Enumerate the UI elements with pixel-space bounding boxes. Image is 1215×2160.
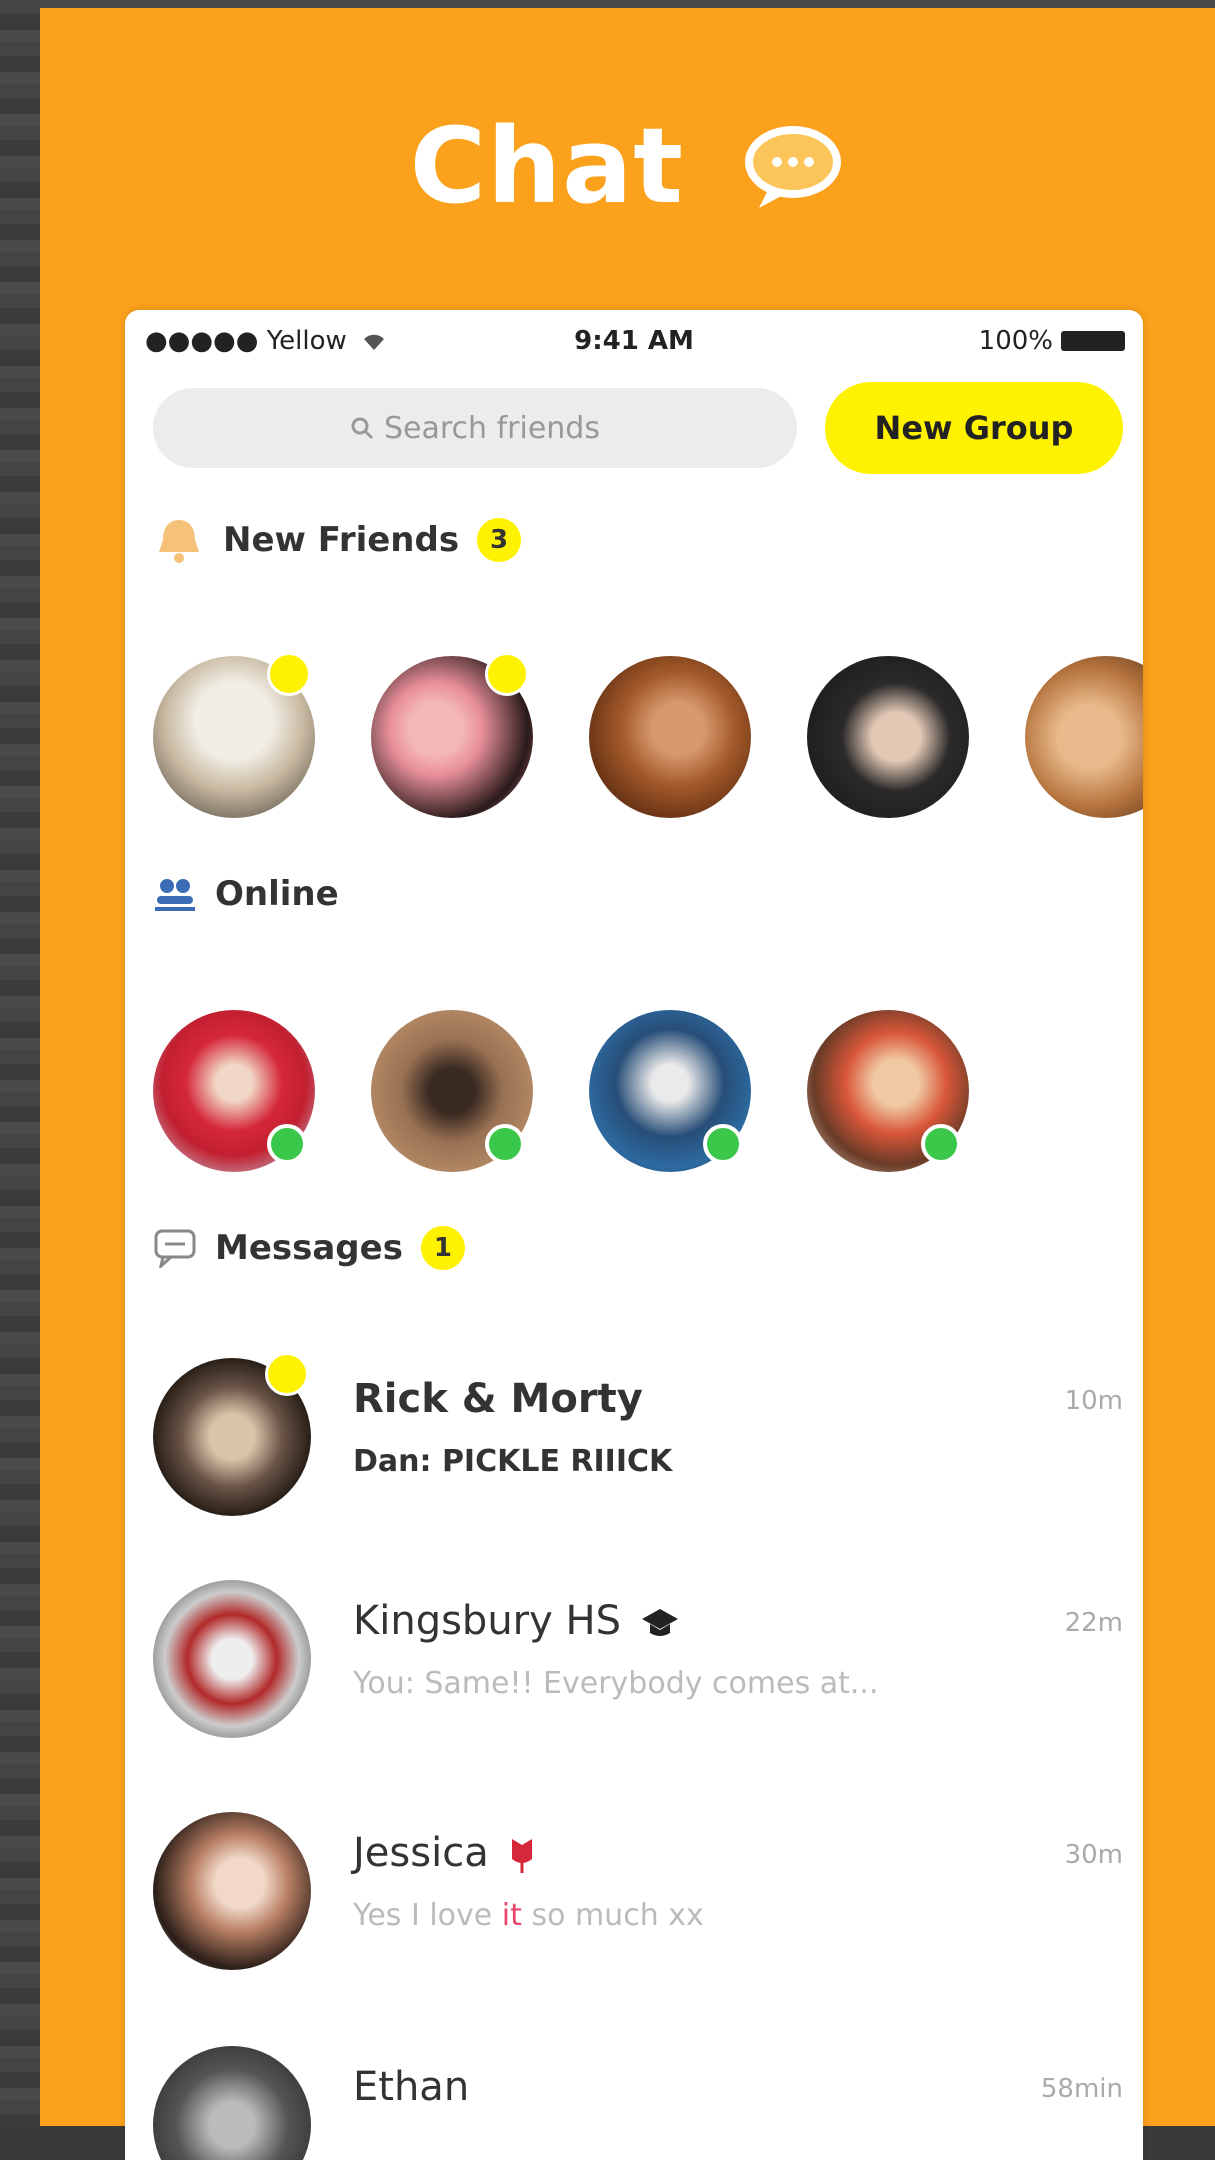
messages-count-badge: 1 — [420, 1226, 465, 1270]
conversation-name-text: Kingsbury HS — [353, 1598, 621, 1644]
new-group-button[interactable]: New Group — [825, 382, 1123, 474]
messages-header: Messages 1 — [153, 1218, 465, 1278]
new-friends-list — [153, 652, 1143, 826]
preview-text: Yes I love — [353, 1898, 502, 1933]
conversation-item[interactable]: Kingsbury HS You: Same!! Everybody comes… — [153, 1580, 1123, 1750]
avatar[interactable] — [589, 656, 751, 818]
avatar — [153, 1812, 311, 1970]
new-badge — [267, 652, 311, 696]
preview-accent-text: it — [501, 1898, 522, 1933]
conversation-name-text: Jessica — [353, 1830, 489, 1876]
avatar[interactable] — [153, 652, 315, 818]
conversation-preview: Yes I love it so much xx — [353, 1898, 704, 1933]
conversation-item[interactable]: Jessica Yes I love it so much xx 30m — [153, 1812, 1123, 1982]
backdrop-top — [0, 0, 1215, 8]
new-group-label: New Group — [874, 409, 1074, 447]
chat-bubble-icon — [741, 122, 845, 210]
promo-title: Chat — [40, 106, 1215, 218]
avatar — [153, 1352, 311, 1516]
conversation-preview: Dan: PICKLE RIIICK — [353, 1444, 673, 1479]
avatar[interactable] — [1025, 656, 1143, 818]
online-list — [153, 1010, 1053, 1180]
conversation-name: Kingsbury HS — [353, 1598, 680, 1644]
graduation-cap-icon — [641, 1609, 678, 1636]
conversation-time: 10m — [1064, 1386, 1123, 1416]
conversation-name: Jessica — [353, 1830, 537, 1876]
battery-indicator: 100% — [979, 326, 1125, 356]
new-badge — [485, 652, 529, 696]
online-indicator — [921, 1124, 961, 1164]
conversation-item[interactable]: Rick & Morty Dan: PICKLE RIIICK 10m — [153, 1352, 1123, 1528]
online-header: Online — [153, 864, 339, 924]
conversation-item[interactable]: Ethan 58min — [153, 2046, 1123, 2160]
phone-screen: ●●●●● Yellow 9:41 AM 100% Search friends… — [125, 310, 1143, 2160]
conversation-preview: You: Same!! Everybody comes at... — [353, 1666, 879, 1701]
online-indicator — [703, 1124, 743, 1164]
search-icon — [351, 417, 374, 440]
search-input[interactable]: Search friends — [153, 388, 797, 468]
users-icon — [155, 879, 195, 911]
new-friends-header: New Friends 3 — [153, 510, 522, 570]
backdrop-left — [0, 0, 40, 2126]
messages-label: Messages — [215, 1228, 403, 1268]
bell-icon — [159, 520, 199, 563]
avatar[interactable] — [371, 652, 533, 818]
new-friends-label: New Friends — [223, 520, 460, 560]
conversation-time: 22m — [1064, 1608, 1123, 1638]
conversation-time: 30m — [1064, 1840, 1123, 1870]
avatar — [153, 2046, 311, 2160]
online-indicator — [485, 1124, 525, 1164]
unread-badge — [265, 1352, 309, 1396]
conversation-name: Rick & Morty — [353, 1376, 643, 1422]
battery-text: 100% — [978, 326, 1053, 356]
avatar — [153, 1580, 311, 1738]
conversation-time: 58min — [1040, 2074, 1123, 2104]
promo-title-text: Chat — [409, 104, 685, 227]
avatar[interactable] — [589, 1010, 751, 1172]
message-icon — [154, 1229, 196, 1268]
preview-text: so much xx — [521, 1898, 704, 1933]
search-placeholder: Search friends — [384, 410, 600, 446]
rose-icon — [512, 1839, 533, 1873]
new-friends-count-badge: 3 — [477, 518, 522, 562]
online-label: Online — [215, 874, 339, 914]
avatar[interactable] — [807, 1010, 969, 1172]
status-bar: ●●●●● Yellow 9:41 AM 100% — [125, 310, 1143, 370]
conversation-name: Ethan — [353, 2064, 470, 2110]
online-indicator — [267, 1124, 307, 1164]
avatar[interactable] — [371, 1010, 533, 1172]
battery-icon — [1061, 331, 1125, 351]
avatar[interactable] — [153, 1010, 315, 1172]
avatar[interactable] — [807, 656, 969, 818]
